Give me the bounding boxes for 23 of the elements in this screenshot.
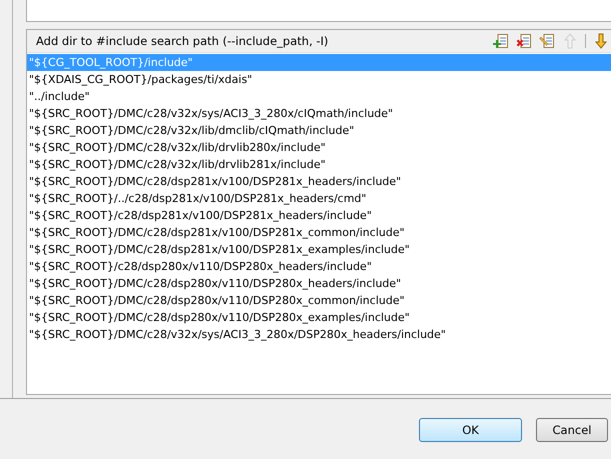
path-item[interactable]: "${SRC_ROOT}/DMC/c28/v32x/lib/drvlib280x/include"	[27, 139, 611, 156]
ok-button[interactable]: OK	[419, 418, 522, 442]
path-item[interactable]: "${SRC_ROOT}/c28/dsp280x/v110/DSP280x_headers/include"	[27, 258, 611, 275]
edit-document-icon[interactable]	[539, 33, 555, 49]
path-item[interactable]: "${SRC_ROOT}/DMC/c28/dsp281x/v100/DSP281x_examples/include"	[27, 241, 611, 258]
path-item[interactable]: "${SRC_ROOT}/DMC/c28/dsp280x/v110/DSP280x_headers/include"	[27, 275, 611, 292]
cancel-button[interactable]: Cancel	[536, 418, 608, 442]
add-document-icon[interactable]	[493, 33, 509, 49]
path-item[interactable]: "${SRC_ROOT}/DMC/c28/v32x/lib/dmclib/cIQmath/include"	[27, 122, 611, 139]
down-arrow-icon[interactable]	[593, 33, 609, 49]
panel-title: Add dir to #include search path (--include_path, -I)	[36, 34, 328, 48]
path-item[interactable]: "${SRC_ROOT}/DMC/c28/dsp280x/v110/DSP280x_common/include"	[27, 292, 611, 309]
delete-document-icon[interactable]	[516, 33, 532, 49]
path-item[interactable]: "${XDAIS_CG_ROOT}/packages/ti/xdais"	[27, 71, 611, 88]
path-item[interactable]: "${SRC_ROOT}/DMC/c28/v32x/lib/drvlib281x/include"	[27, 156, 611, 173]
path-item[interactable]: "${SRC_ROOT}/DMC/c28/dsp281x/v100/DSP281x_headers/include"	[27, 173, 611, 190]
path-item[interactable]: "${SRC_ROOT}/c28/dsp281x/v100/DSP281x_headers/include"	[27, 207, 611, 224]
path-item[interactable]: "${SRC_ROOT}/DMC/c28/v32x/sys/ACI3_3_280x/cIQmath/include"	[27, 105, 611, 122]
path-item[interactable]: "../include"	[27, 88, 611, 105]
path-item[interactable]: "${SRC_ROOT}/DMC/c28/dsp280x/v110/DSP280x_examples/include"	[27, 309, 611, 326]
path-item[interactable]: "${SRC_ROOT}/DMC/c28/dsp281x/v100/DSP281x_common/include"	[27, 224, 611, 241]
path-item[interactable]: "${SRC_ROOT}/../c28/dsp281x/v100/DSP281x_headers/cmd"	[27, 190, 611, 207]
path-item[interactable]: "${SRC_ROOT}/DMC/c28/v32x/sys/ACI3_3_280x/DSP280x_headers/include"	[27, 326, 611, 343]
